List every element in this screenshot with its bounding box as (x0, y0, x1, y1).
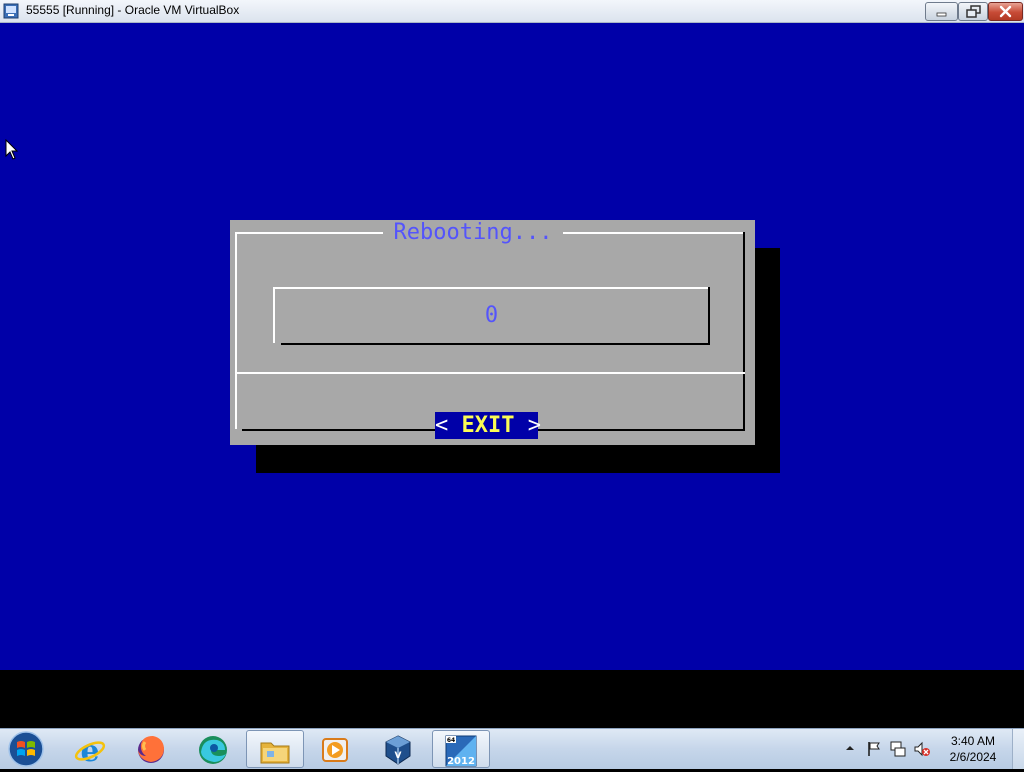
minimize-icon (936, 12, 947, 17)
windows-start-icon (8, 731, 44, 767)
rebooting-dialog: Rebooting... 0 < EXIT > (230, 220, 755, 445)
virtualbox-icon: V (385, 735, 411, 765)
restore-icon (966, 5, 981, 18)
vm-2012-icon: 64 2012 (445, 735, 477, 767)
exit-button[interactable]: < EXIT > (435, 412, 541, 439)
window-title-bar[interactable]: 55555 [Running] - Oracle VM VirtualBox (0, 0, 1024, 23)
exit-button-left-bracket: < (435, 413, 449, 438)
restore-button[interactable] (958, 2, 988, 21)
exit-button-right-bracket: > (527, 413, 541, 438)
taskbar-internet-explorer[interactable]: e (62, 730, 118, 767)
vm-console-screen[interactable]: Rebooting... 0 < EXIT > (0, 23, 1024, 670)
virtualbox-icon (3, 3, 19, 19)
taskbar: e V 64 2012 3:40 AM 2/6/2024 (0, 728, 1024, 769)
clock-time: 3:40 AM (950, 734, 996, 748)
taskbar-file-explorer[interactable] (246, 730, 304, 768)
mouse-pointer-icon (5, 139, 19, 160)
taskbar-edge[interactable] (185, 730, 241, 767)
window-title: 55555 [Running] - Oracle VM VirtualBox (26, 3, 240, 17)
svg-text:e: e (80, 734, 99, 766)
internet-explorer-icon: e (74, 734, 106, 766)
clock-date: 2/6/2024 (949, 750, 997, 764)
countdown-value: 0 (484, 303, 499, 328)
action-center-flag-icon[interactable] (866, 740, 884, 758)
vm-badge: 64 (447, 737, 455, 744)
dialog-title: Rebooting... (385, 220, 561, 246)
taskbar-virtualbox[interactable]: V (370, 730, 426, 767)
edge-icon (199, 736, 227, 764)
network-icon[interactable] (889, 740, 907, 758)
media-player-icon (322, 738, 348, 762)
countdown-gauge: 0 (273, 287, 710, 345)
volume-muted-icon[interactable] (913, 740, 931, 758)
vm-status-strip (0, 670, 1024, 728)
close-button[interactable] (988, 2, 1023, 21)
file-explorer-icon (260, 742, 290, 764)
dialog-separator (237, 372, 745, 374)
taskbar-media-player[interactable] (307, 730, 363, 767)
minimize-button[interactable] (925, 2, 958, 21)
vm-label: 2012 (447, 756, 475, 767)
taskbar-firefox[interactable] (123, 730, 179, 767)
svg-text:V: V (395, 751, 402, 761)
show-desktop-button[interactable] (1012, 729, 1024, 769)
start-button[interactable] (6, 730, 46, 768)
taskbar-vm-2012[interactable]: 64 2012 (432, 730, 490, 768)
show-hidden-icons-arrow[interactable] (845, 743, 855, 753)
system-clock[interactable]: 3:40 AM 2/6/2024 (940, 733, 1006, 765)
close-icon (999, 5, 1012, 18)
firefox-icon (138, 736, 164, 763)
exit-button-label: EXIT (461, 413, 515, 438)
